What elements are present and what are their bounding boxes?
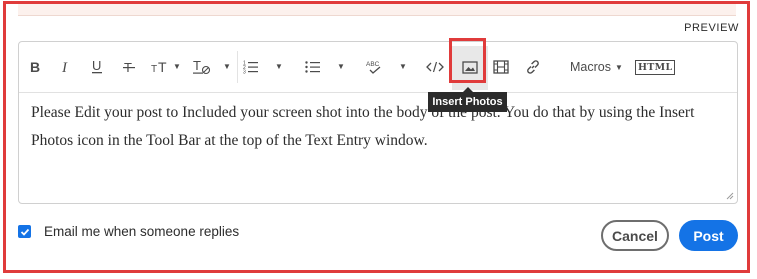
bullet-list-caret-icon[interactable]: ▼ xyxy=(337,62,345,71)
spellcheck-caret-icon[interactable]: ▼ xyxy=(399,62,407,71)
checkmark-icon xyxy=(20,228,29,236)
previous-content-strip xyxy=(18,4,736,16)
svg-text:T: T xyxy=(158,60,167,74)
macros-label: Macros xyxy=(570,60,611,74)
svg-text:ABC: ABC xyxy=(366,61,380,68)
numbered-list-caret-icon[interactable]: ▼ xyxy=(275,62,283,71)
font-size-button[interactable]: T T xyxy=(150,54,174,80)
bullet-list-button[interactable] xyxy=(303,54,323,80)
spellcheck-icon: ABC xyxy=(366,61,381,74)
svg-text:U: U xyxy=(92,59,101,73)
html-button[interactable]: HTML xyxy=(635,60,676,75)
code-button[interactable] xyxy=(424,54,446,80)
svg-text:I: I xyxy=(61,60,68,74)
svg-text:T: T xyxy=(151,64,157,74)
numbered-list-button[interactable]: 1 2 3 xyxy=(241,54,261,80)
post-body-text[interactable]: Please Edit your post to Included your s… xyxy=(31,99,731,155)
email-checkbox[interactable] xyxy=(18,225,31,238)
font-size-caret-icon[interactable]: ▼ xyxy=(173,62,181,71)
italic-button[interactable]: I xyxy=(56,54,76,80)
chevron-down-icon: ▼ xyxy=(614,62,623,72)
insert-video-button[interactable] xyxy=(491,54,511,80)
cancel-button[interactable]: Cancel xyxy=(601,220,669,251)
email-checkbox-label: Email me when someone replies xyxy=(44,224,240,239)
macros-dropdown[interactable]: Macros ▼ xyxy=(570,54,623,80)
link-icon xyxy=(527,60,539,74)
clear-format-button[interactable]: T xyxy=(191,54,213,80)
underline-icon: U xyxy=(92,59,102,74)
code-icon xyxy=(426,61,444,73)
underline-button[interactable]: U xyxy=(87,54,107,80)
italic-icon: I xyxy=(61,60,68,74)
svg-text:T: T xyxy=(193,59,201,73)
editor-toolbar: B I U T T T xyxy=(19,42,737,93)
bold-icon: B xyxy=(30,60,40,74)
bullet-list-icon xyxy=(305,61,320,73)
toolbar-divider xyxy=(237,51,238,83)
svg-text:B: B xyxy=(30,60,40,74)
insert-link-button[interactable] xyxy=(522,54,544,80)
strikethrough-icon: T xyxy=(123,60,135,74)
clear-format-icon: T xyxy=(193,59,211,75)
text-size-icon: T T xyxy=(151,60,167,74)
preview-link[interactable]: PREVIEW xyxy=(684,22,739,34)
strikethrough-button[interactable]: T xyxy=(119,54,139,80)
svg-text:3: 3 xyxy=(243,70,246,75)
bold-button[interactable]: B xyxy=(25,54,45,80)
clear-format-caret-icon[interactable]: ▼ xyxy=(223,62,231,71)
insert-photos-tooltip: Insert Photos xyxy=(428,87,507,112)
numbered-list-icon: 1 2 3 xyxy=(243,61,258,75)
insert-photos-highlight xyxy=(449,38,486,83)
film-icon xyxy=(493,60,509,74)
spellcheck-button[interactable]: ABC xyxy=(363,54,385,80)
post-button[interactable]: Post xyxy=(679,220,738,251)
resize-handle-icon[interactable] xyxy=(726,192,734,200)
